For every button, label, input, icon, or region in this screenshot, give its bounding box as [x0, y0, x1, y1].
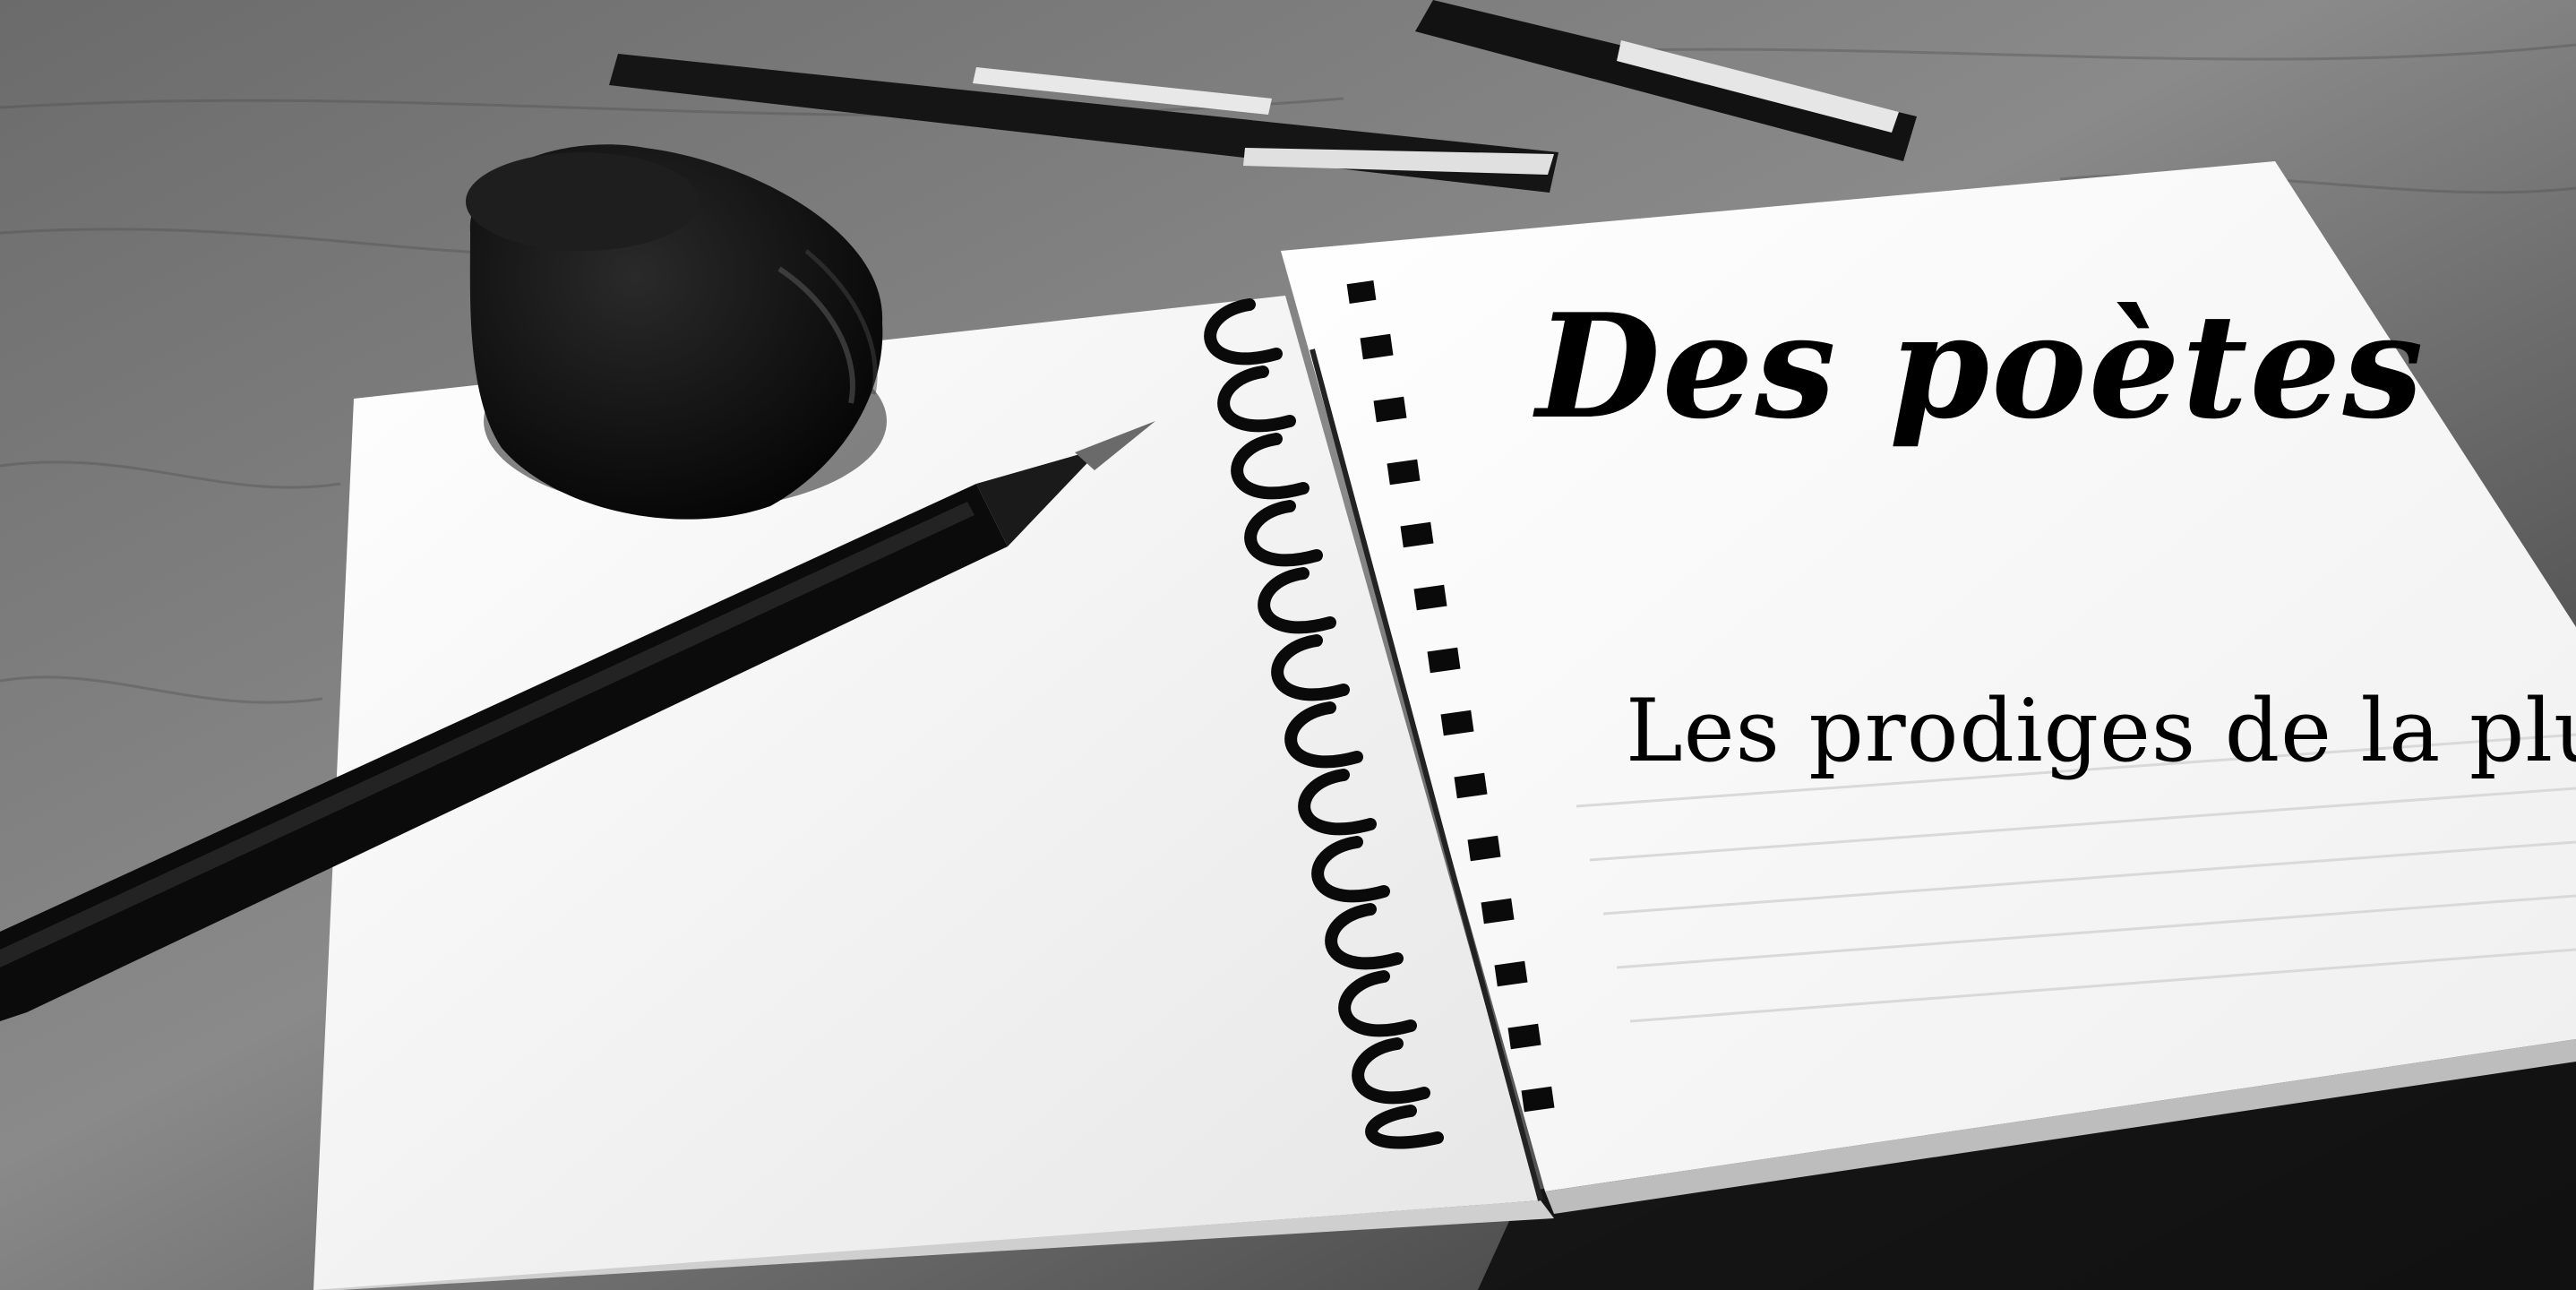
banner-subtitle: Les prodiges de la plume	[1626, 681, 2576, 781]
poetry-banner: Des poètes Les prodiges de la plume	[0, 0, 2576, 1290]
banner-illustration	[0, 0, 2576, 1290]
banner-title: Des poètes	[1536, 282, 2426, 451]
